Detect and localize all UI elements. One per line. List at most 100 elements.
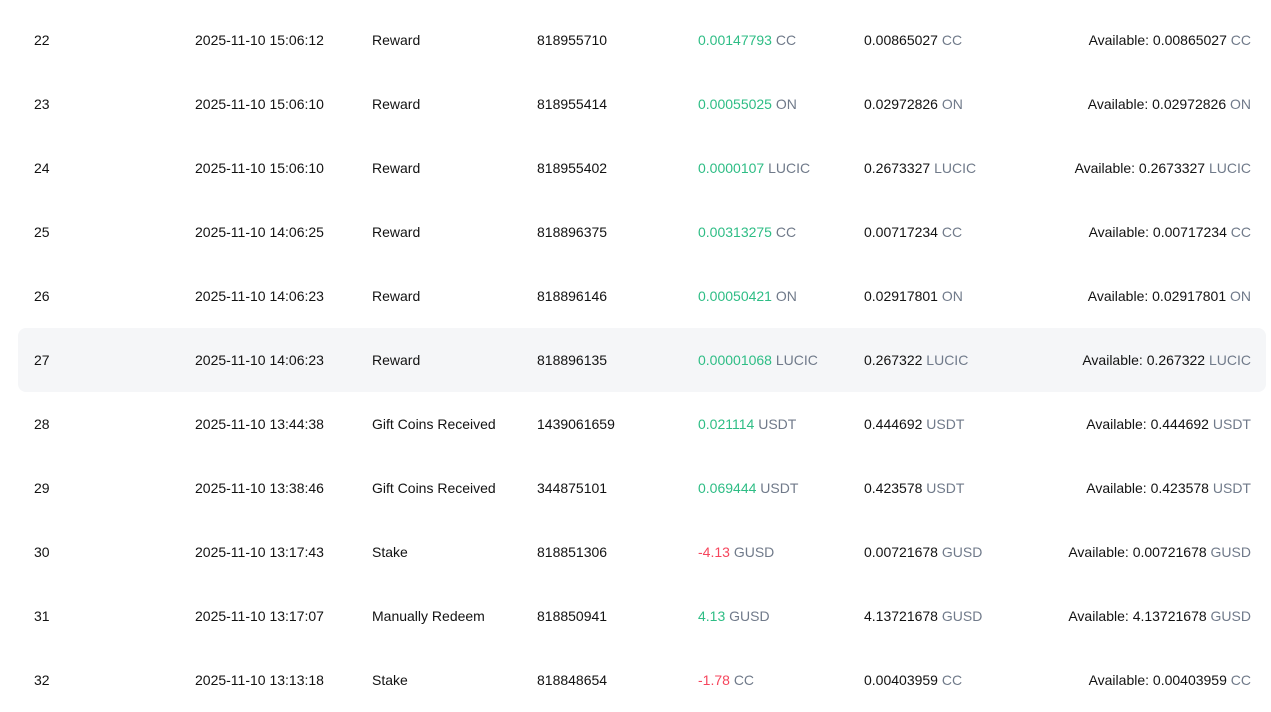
- available-label: Available:: [1082, 352, 1143, 368]
- balance-amount: 0.00721678: [864, 544, 938, 560]
- row-index: 31: [34, 608, 50, 624]
- table-row[interactable]: 22 2025-11-10 15:06:12 Reward 818955710 0.00…: [18, 8, 1266, 72]
- balance-unit: GUSD: [941, 544, 983, 560]
- row-available: Available: 0.2673327 LUCIC: [1075, 136, 1251, 200]
- row-balance: 0.444692 USDT: [864, 392, 964, 456]
- change-unit: USDT: [758, 416, 797, 432]
- row-available: Available: 0.444692 USDT: [1086, 392, 1251, 456]
- table-row[interactable]: 27 2025-11-10 14:06:23 Reward 818896135 0.00…: [18, 328, 1266, 392]
- row-time: 2025-11-10 15:06:12: [195, 32, 324, 48]
- row-time: 2025-11-10 15:06:10: [195, 160, 324, 176]
- row-type: Stake: [372, 672, 408, 688]
- row-type: Manually Redeem: [372, 608, 485, 624]
- row-available: Available: 0.267322 LUCIC: [1082, 328, 1251, 392]
- row-balance: 0.2673327 LUCIC: [864, 136, 976, 200]
- row-time: 2025-11-10 13:38:46: [195, 480, 324, 496]
- available-label: Available:: [1088, 672, 1150, 688]
- row-index: 32: [34, 672, 50, 688]
- available-unit: CC: [1230, 224, 1251, 240]
- row-index: 23: [34, 96, 50, 112]
- row-index: 22: [34, 32, 50, 48]
- row-change: 0.00001068 LUCIC: [698, 328, 818, 392]
- change-unit: GUSD: [733, 544, 775, 560]
- balance-amount: 0.423578: [864, 480, 923, 496]
- available-unit: USDT: [1212, 416, 1251, 432]
- available-amount: 0.02917801: [1152, 288, 1227, 304]
- change-unit: ON: [775, 96, 797, 112]
- available-label: Available:: [1088, 32, 1150, 48]
- change-amount: -4.13: [698, 544, 730, 560]
- row-available: Available: 0.02917801 ON: [1088, 264, 1251, 328]
- available-label: Available:: [1086, 480, 1147, 496]
- row-balance: 0.00865027 CC: [864, 8, 962, 72]
- table-row[interactable]: 28 2025-11-10 13:44:38 Gift Coins Received…: [18, 392, 1266, 456]
- available-unit: CC: [1230, 32, 1251, 48]
- row-time: 2025-11-10 14:06:23: [195, 352, 324, 368]
- available-amount: 0.00717234: [1152, 224, 1227, 240]
- row-available: Available: 0.02972826 ON: [1088, 72, 1251, 136]
- row-order-id: 818896135: [537, 352, 608, 368]
- row-index: 29: [34, 480, 50, 496]
- row-balance: 0.423578 USDT: [864, 456, 964, 520]
- balance-unit: CC: [941, 224, 963, 240]
- available-amount: 0.444692: [1150, 416, 1209, 432]
- row-available: Available: 0.00721678 GUSD: [1068, 520, 1251, 584]
- change-unit: USDT: [760, 480, 799, 496]
- row-type: Gift Coins Received: [372, 416, 496, 432]
- available-amount: 4.13721678: [1132, 608, 1207, 624]
- row-index: 26: [34, 288, 50, 304]
- row-index: 30: [34, 544, 50, 560]
- row-balance: 0.02972826 ON: [864, 72, 963, 136]
- change-amount: 0.00001068: [698, 352, 772, 368]
- available-amount: 0.00403959: [1152, 672, 1227, 688]
- row-order-id: 1439061659: [537, 416, 615, 432]
- available-label: Available:: [1087, 96, 1149, 112]
- row-balance: 0.00403959 CC: [864, 648, 962, 712]
- row-order-id: 818955402: [537, 160, 608, 176]
- available-unit: GUSD: [1210, 608, 1251, 624]
- change-amount: 0.0000107: [698, 160, 765, 176]
- change-amount: 0.00147793: [698, 32, 772, 48]
- row-time: 2025-11-10 13:13:18: [195, 672, 324, 688]
- row-balance: 0.00721678 GUSD: [864, 520, 982, 584]
- change-amount: 0.00050421: [698, 288, 772, 304]
- row-available: Available: 0.00717234 CC: [1089, 200, 1251, 264]
- row-order-id: 818955710: [537, 32, 608, 48]
- table-row[interactable]: 26 2025-11-10 14:06:23 Reward 818896146 0.00…: [18, 264, 1266, 328]
- row-time: 2025-11-10 13:44:38: [195, 416, 324, 432]
- row-type: Gift Coins Received: [372, 480, 496, 496]
- available-unit: GUSD: [1210, 544, 1251, 560]
- balance-amount: 0.02972826: [864, 96, 938, 112]
- row-time: 2025-11-10 15:06:10: [195, 96, 324, 112]
- table-row[interactable]: 31 2025-11-10 13:17:07 Manually Redeem 8188…: [18, 584, 1266, 648]
- change-amount: 4.13: [698, 608, 726, 624]
- table-row[interactable]: 32 2025-11-10 13:13:18 Stake 818848654 -1.78…: [18, 648, 1266, 712]
- available-amount: 0.00721678: [1132, 544, 1207, 560]
- row-type: Reward: [372, 224, 421, 240]
- row-type: Reward: [372, 352, 421, 368]
- table-row[interactable]: 23 2025-11-10 15:06:10 Reward 818955414 0.00…: [18, 72, 1266, 136]
- row-type: Reward: [372, 288, 421, 304]
- table-row[interactable]: 29 2025-11-10 13:38:46 Gift Coins Received…: [18, 456, 1266, 520]
- change-unit: CC: [733, 672, 755, 688]
- row-change: 0.069444 USDT: [698, 456, 798, 520]
- available-unit: ON: [1230, 96, 1251, 112]
- table-row[interactable]: 30 2025-11-10 13:17:43 Stake 818851306 -4.13…: [18, 520, 1266, 584]
- available-unit: LUCIC: [1208, 160, 1251, 176]
- balance-unit: CC: [941, 672, 963, 688]
- table-row[interactable]: 24 2025-11-10 15:06:10 Reward 818955402 0.00…: [18, 136, 1266, 200]
- available-label: Available:: [1074, 160, 1136, 176]
- table-row[interactable]: 25 2025-11-10 14:06:25 Reward 818896375 0.00…: [18, 200, 1266, 264]
- balance-unit: CC: [941, 32, 963, 48]
- balance-amount: 0.444692: [864, 416, 923, 432]
- row-time: 2025-11-10 14:06:23: [195, 288, 324, 304]
- available-label: Available:: [1088, 224, 1150, 240]
- available-label: Available:: [1068, 544, 1129, 560]
- balance-amount: 0.2673327: [864, 160, 931, 176]
- balance-unit: USDT: [926, 480, 965, 496]
- row-available: Available: 0.423578 USDT: [1086, 456, 1251, 520]
- row-available: Available: 0.00865027 CC: [1089, 8, 1251, 72]
- row-change: 0.00313275 CC: [698, 200, 796, 264]
- change-amount: 0.00313275: [698, 224, 772, 240]
- row-type: Reward: [372, 160, 421, 176]
